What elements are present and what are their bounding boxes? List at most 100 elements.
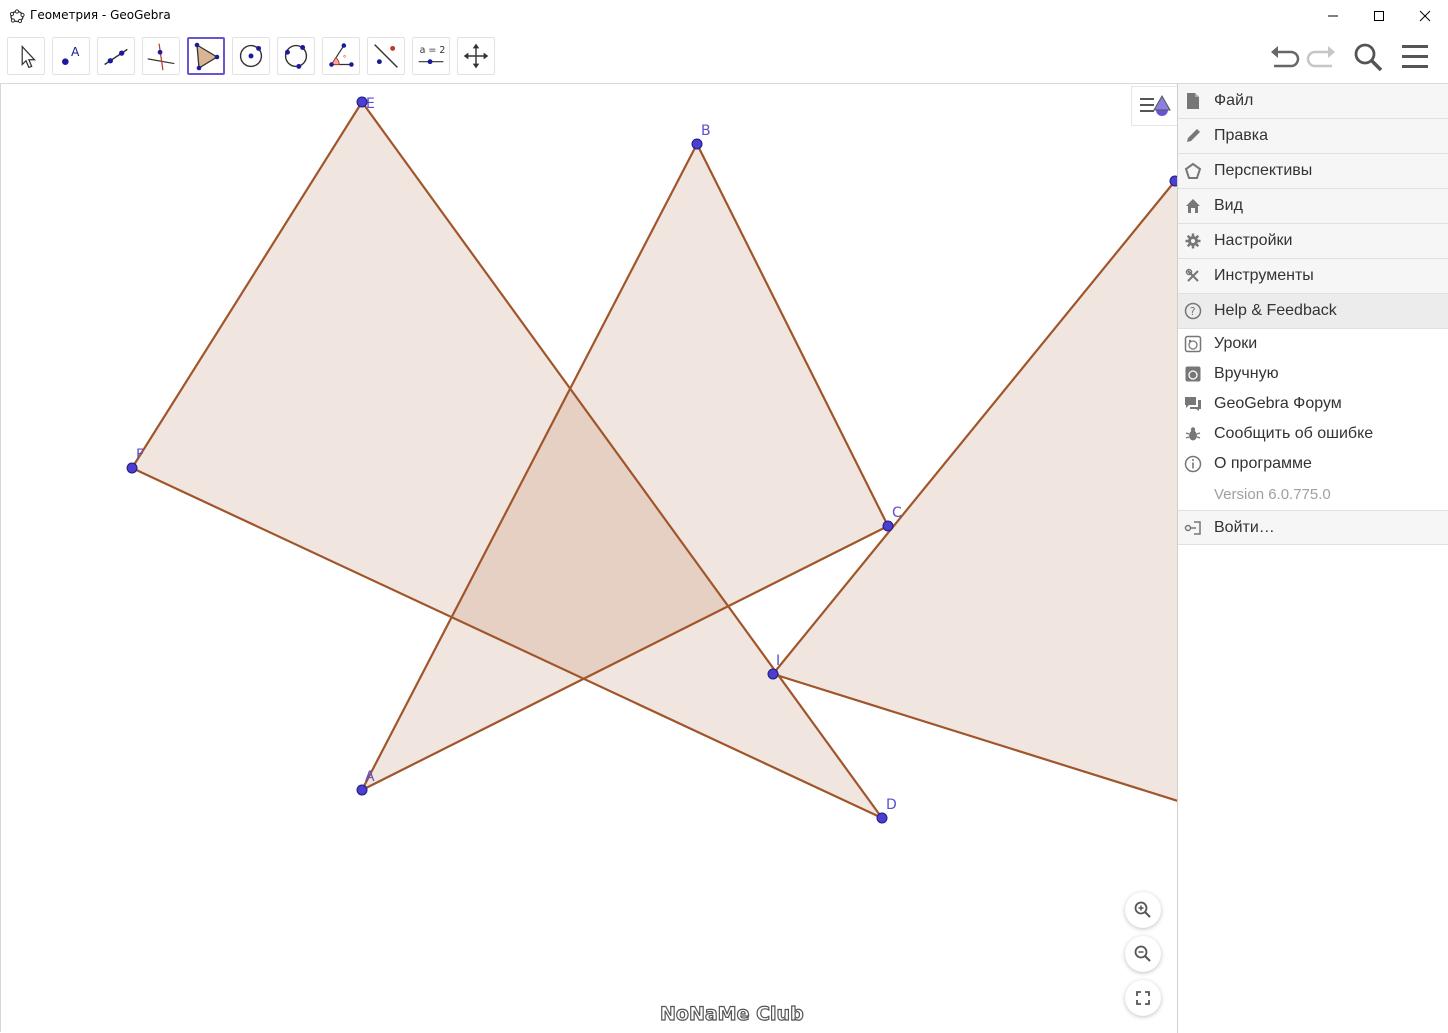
close-button[interactable] [1402, 0, 1448, 31]
menu-label: Файл [1214, 92, 1254, 109]
version-row: Version 6.0.775.0 [1178, 479, 1448, 509]
menu-item-edit[interactable]: Правка [1178, 119, 1448, 154]
reflect-icon [374, 44, 398, 68]
tool-circle[interactable] [232, 37, 270, 75]
gear-icon [1184, 232, 1202, 250]
menu-item-tutorials[interactable]: Уроки [1178, 329, 1448, 359]
style-bar-icon [1140, 94, 1171, 116]
tool-move-graphics[interactable] [457, 37, 495, 75]
version-label: Version 6.0.775.0 [1214, 485, 1331, 503]
perpendicular-icon [147, 43, 175, 71]
tool-circle-three-points[interactable] [277, 37, 315, 75]
menu-item-forum[interactable]: GeoGebra Форум [1178, 389, 1448, 419]
undo-icon [1271, 46, 1300, 68]
fullscreen-icon [1136, 991, 1150, 1005]
tool-slider[interactable]: a = 2 [412, 37, 450, 75]
label-i: I [776, 653, 780, 669]
pencil-icon [1184, 127, 1202, 145]
fullscreen-button[interactable] [1125, 980, 1161, 1016]
geometry-drawing[interactable]: A B C D E F I [1, 84, 1177, 1032]
menu-label: Вручную [1214, 365, 1279, 382]
menu-item-help-feedback[interactable]: ? Help & Feedback [1178, 294, 1448, 329]
tool-perpendicular[interactable] [142, 37, 180, 75]
label-c: C [892, 505, 902, 521]
title-bar: Геометрия - GeoGebra [0, 0, 1448, 31]
point-i[interactable] [767, 668, 779, 680]
menu-item-about[interactable]: О программе [1178, 449, 1448, 479]
point-d[interactable] [876, 812, 888, 824]
zoom-out-button[interactable] [1125, 936, 1161, 972]
circle-center-icon [239, 44, 263, 68]
menu-item-view[interactable]: Вид [1178, 189, 1448, 224]
menu-item-tools[interactable]: Инструменты [1178, 259, 1448, 294]
perspectives-icon [1184, 162, 1202, 180]
tool-move[interactable] [7, 37, 45, 75]
label-f: F [136, 447, 144, 463]
menu-label: Войти… [1214, 518, 1275, 536]
sign-in-icon [1184, 519, 1202, 537]
tool-angle[interactable]: ° [322, 37, 360, 75]
menu-label: GeoGebra Форум [1214, 395, 1342, 412]
arrow-cursor-icon [21, 44, 36, 69]
point-f[interactable] [126, 462, 138, 474]
label-a: A [365, 769, 375, 785]
menu-label: О программе [1214, 455, 1312, 472]
manual-icon [1184, 365, 1202, 383]
menu-item-manual[interactable]: Вручную [1178, 359, 1448, 389]
file-icon [1184, 92, 1202, 110]
watermark: NoNaMe Club [659, 1002, 804, 1025]
graphics-view[interactable]: A B C D E F I [0, 84, 1177, 1032]
menu-item-perspectives[interactable]: Перспективы [1178, 154, 1448, 189]
maximize-icon [1374, 10, 1384, 21]
point-a[interactable] [356, 784, 368, 796]
bug-icon [1184, 425, 1202, 443]
tool-point[interactable]: A [52, 37, 90, 75]
menu-label: Перспективы [1214, 162, 1313, 179]
point-c[interactable] [882, 520, 894, 532]
menu-item-sign-in[interactable]: Войти… [1178, 510, 1448, 545]
angle-icon: ° [329, 43, 354, 67]
polygon-icon [194, 42, 220, 71]
tool-polygon[interactable] [187, 37, 225, 75]
toolbar: A ° a = 2 [0, 31, 1448, 84]
menu-icon [1402, 45, 1428, 68]
redo-button[interactable] [1302, 37, 1342, 77]
menu-item-file[interactable]: Файл [1178, 84, 1448, 119]
menu-label: Сообщить об ошибке [1214, 425, 1374, 442]
main-menu-button[interactable] [1396, 37, 1436, 77]
help-icon: ? [1184, 302, 1202, 320]
zoom-out-icon [1134, 945, 1151, 962]
style-bar-toggle[interactable] [1131, 86, 1177, 126]
svg-text:°: ° [343, 55, 346, 63]
tutorials-icon [1184, 335, 1202, 353]
tool-segment[interactable] [97, 37, 135, 75]
circle-three-points-icon [284, 44, 308, 69]
point-b[interactable] [691, 138, 703, 150]
zoom-in-button[interactable] [1125, 892, 1161, 928]
home-icon [1184, 197, 1202, 215]
undo-button[interactable] [1264, 37, 1304, 77]
point-icon: A [62, 45, 80, 65]
point-top-right[interactable] [1169, 175, 1177, 187]
label-b: B [701, 123, 711, 139]
minimize-button[interactable] [1310, 0, 1356, 31]
forum-icon [1184, 395, 1202, 413]
redo-icon [1306, 46, 1335, 68]
maximize-button[interactable] [1356, 0, 1402, 31]
tool-reflect[interactable] [367, 37, 405, 75]
svg-text:?: ? [1190, 305, 1196, 318]
menu-label: Правка [1214, 127, 1269, 144]
menu-label: Уроки [1214, 335, 1258, 352]
move-graphics-icon [463, 43, 489, 69]
main-menu-panel: Файл Правка Перспективы Вид Настройки Ин… [1177, 84, 1448, 1033]
minimize-icon [1328, 15, 1338, 16]
segment-icon [104, 48, 128, 66]
menu-item-settings[interactable]: Настройки [1178, 224, 1448, 259]
geogebra-logo-icon [9, 9, 25, 24]
search-button[interactable] [1348, 37, 1388, 77]
menu-label: Настройки [1214, 232, 1293, 249]
tools-icon [1184, 267, 1202, 285]
menu-item-report-bug[interactable]: Сообщить об ошибке [1178, 419, 1448, 449]
svg-text:a = 2: a = 2 [420, 45, 446, 56]
slider-icon: a = 2 [418, 45, 446, 65]
